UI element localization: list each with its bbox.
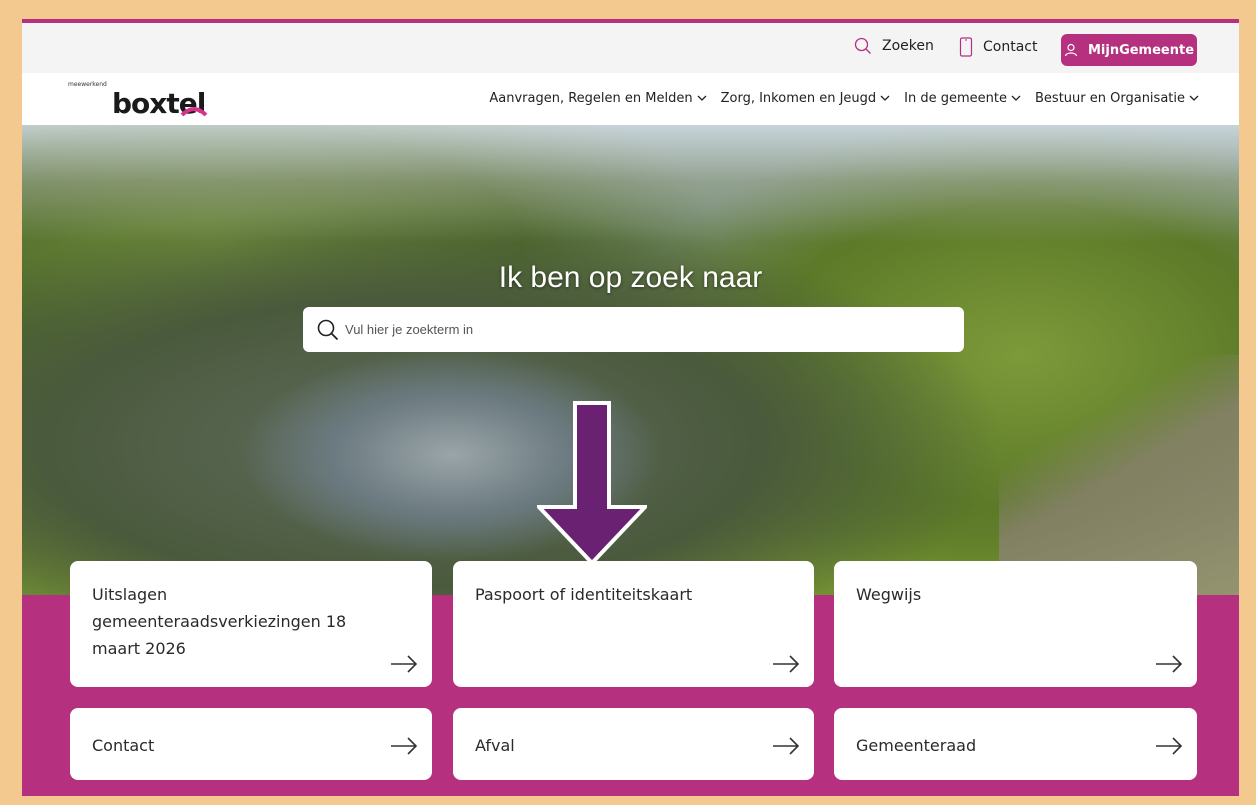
chevron-down-icon [697,95,707,101]
hero-title: Ik ben op zoek naar [498,261,763,294]
nav-item-bestuur[interactable]: Bestuur en Organisatie [1035,91,1199,106]
nav-item-label: In de gemeente [904,91,1008,106]
arrow-right-icon [1156,737,1183,755]
arrow-right-icon [773,737,800,755]
nav-item-aanvragen[interactable]: Aanvragen, Regelen en Melden [489,91,707,106]
phone-icon [959,37,973,57]
chevron-down-icon [1011,95,1021,101]
search-icon [854,37,871,54]
chevron-down-icon [1189,95,1199,101]
tile-label: Gemeenteraad [856,736,977,755]
contact-link-label: Contact [983,39,1038,55]
tile-uitslagen[interactable]: Uitslagen gemeenteraadsverkiezingen 18 m… [70,561,432,687]
main-navigation: meewerkend boxtel Aanvragen, Regelen en … [22,73,1239,125]
nav-item-zorg[interactable]: Zorg, Inkomen en Jeugd [721,91,891,106]
tile-paspoort[interactable]: Paspoort of identiteitskaart [453,561,814,687]
tile-label: Contact [92,736,155,755]
mijngemeente-label: MijnGemeente [1087,42,1195,58]
utility-bar: Zoeken Contact MijnGemeente [22,23,1239,73]
annotation-arrow-down-icon [537,401,647,566]
boxtel-logo[interactable]: meewerkend boxtel [68,81,218,121]
contact-link[interactable]: Contact [959,37,1037,57]
tile-label: Uitslagen gemeenteraadsverkiezingen 18 m… [92,585,347,658]
mijngemeente-button[interactable]: MijnGemeente [1061,34,1197,66]
tile-label: Afval [475,736,515,755]
search-icon [317,319,339,340]
hero-search-box[interactable] [303,307,964,352]
search-link-label: Zoeken [882,38,934,54]
arrow-right-icon [391,737,418,755]
logo-accent-shape [180,107,208,117]
tile-wegwijs[interactable]: Wegwijs [834,561,1197,687]
tile-label: Paspoort of identiteitskaart [475,585,693,604]
hero-search-input[interactable] [345,322,945,337]
logo-tagline: meewerkend [68,81,107,88]
arrow-right-icon [1156,655,1183,673]
tile-afval[interactable]: Afval [453,708,814,780]
nav-item-label: Aanvragen, Regelen en Melden [489,91,693,106]
tile-gemeenteraad[interactable]: Gemeenteraad [834,708,1197,780]
arrow-right-icon [391,655,418,673]
browser-page: Zoeken Contact MijnGemeente meewerkend b… [22,19,1239,796]
user-icon [1064,43,1078,57]
tile-contact[interactable]: Contact [70,708,432,780]
hero-path-shape [999,355,1239,595]
chevron-down-icon [880,95,890,101]
nav-item-label: Zorg, Inkomen en Jeugd [720,91,877,106]
nav-menu: Aanvragen, Regelen en Melden Zorg, Inkom… [489,91,1199,106]
nav-item-label: Bestuur en Organisatie [1035,91,1185,106]
nav-item-gemeente[interactable]: In de gemeente [904,91,1021,106]
arrow-right-icon [773,655,800,673]
tile-label: Wegwijs [856,585,922,604]
search-link[interactable]: Zoeken [854,37,934,55]
